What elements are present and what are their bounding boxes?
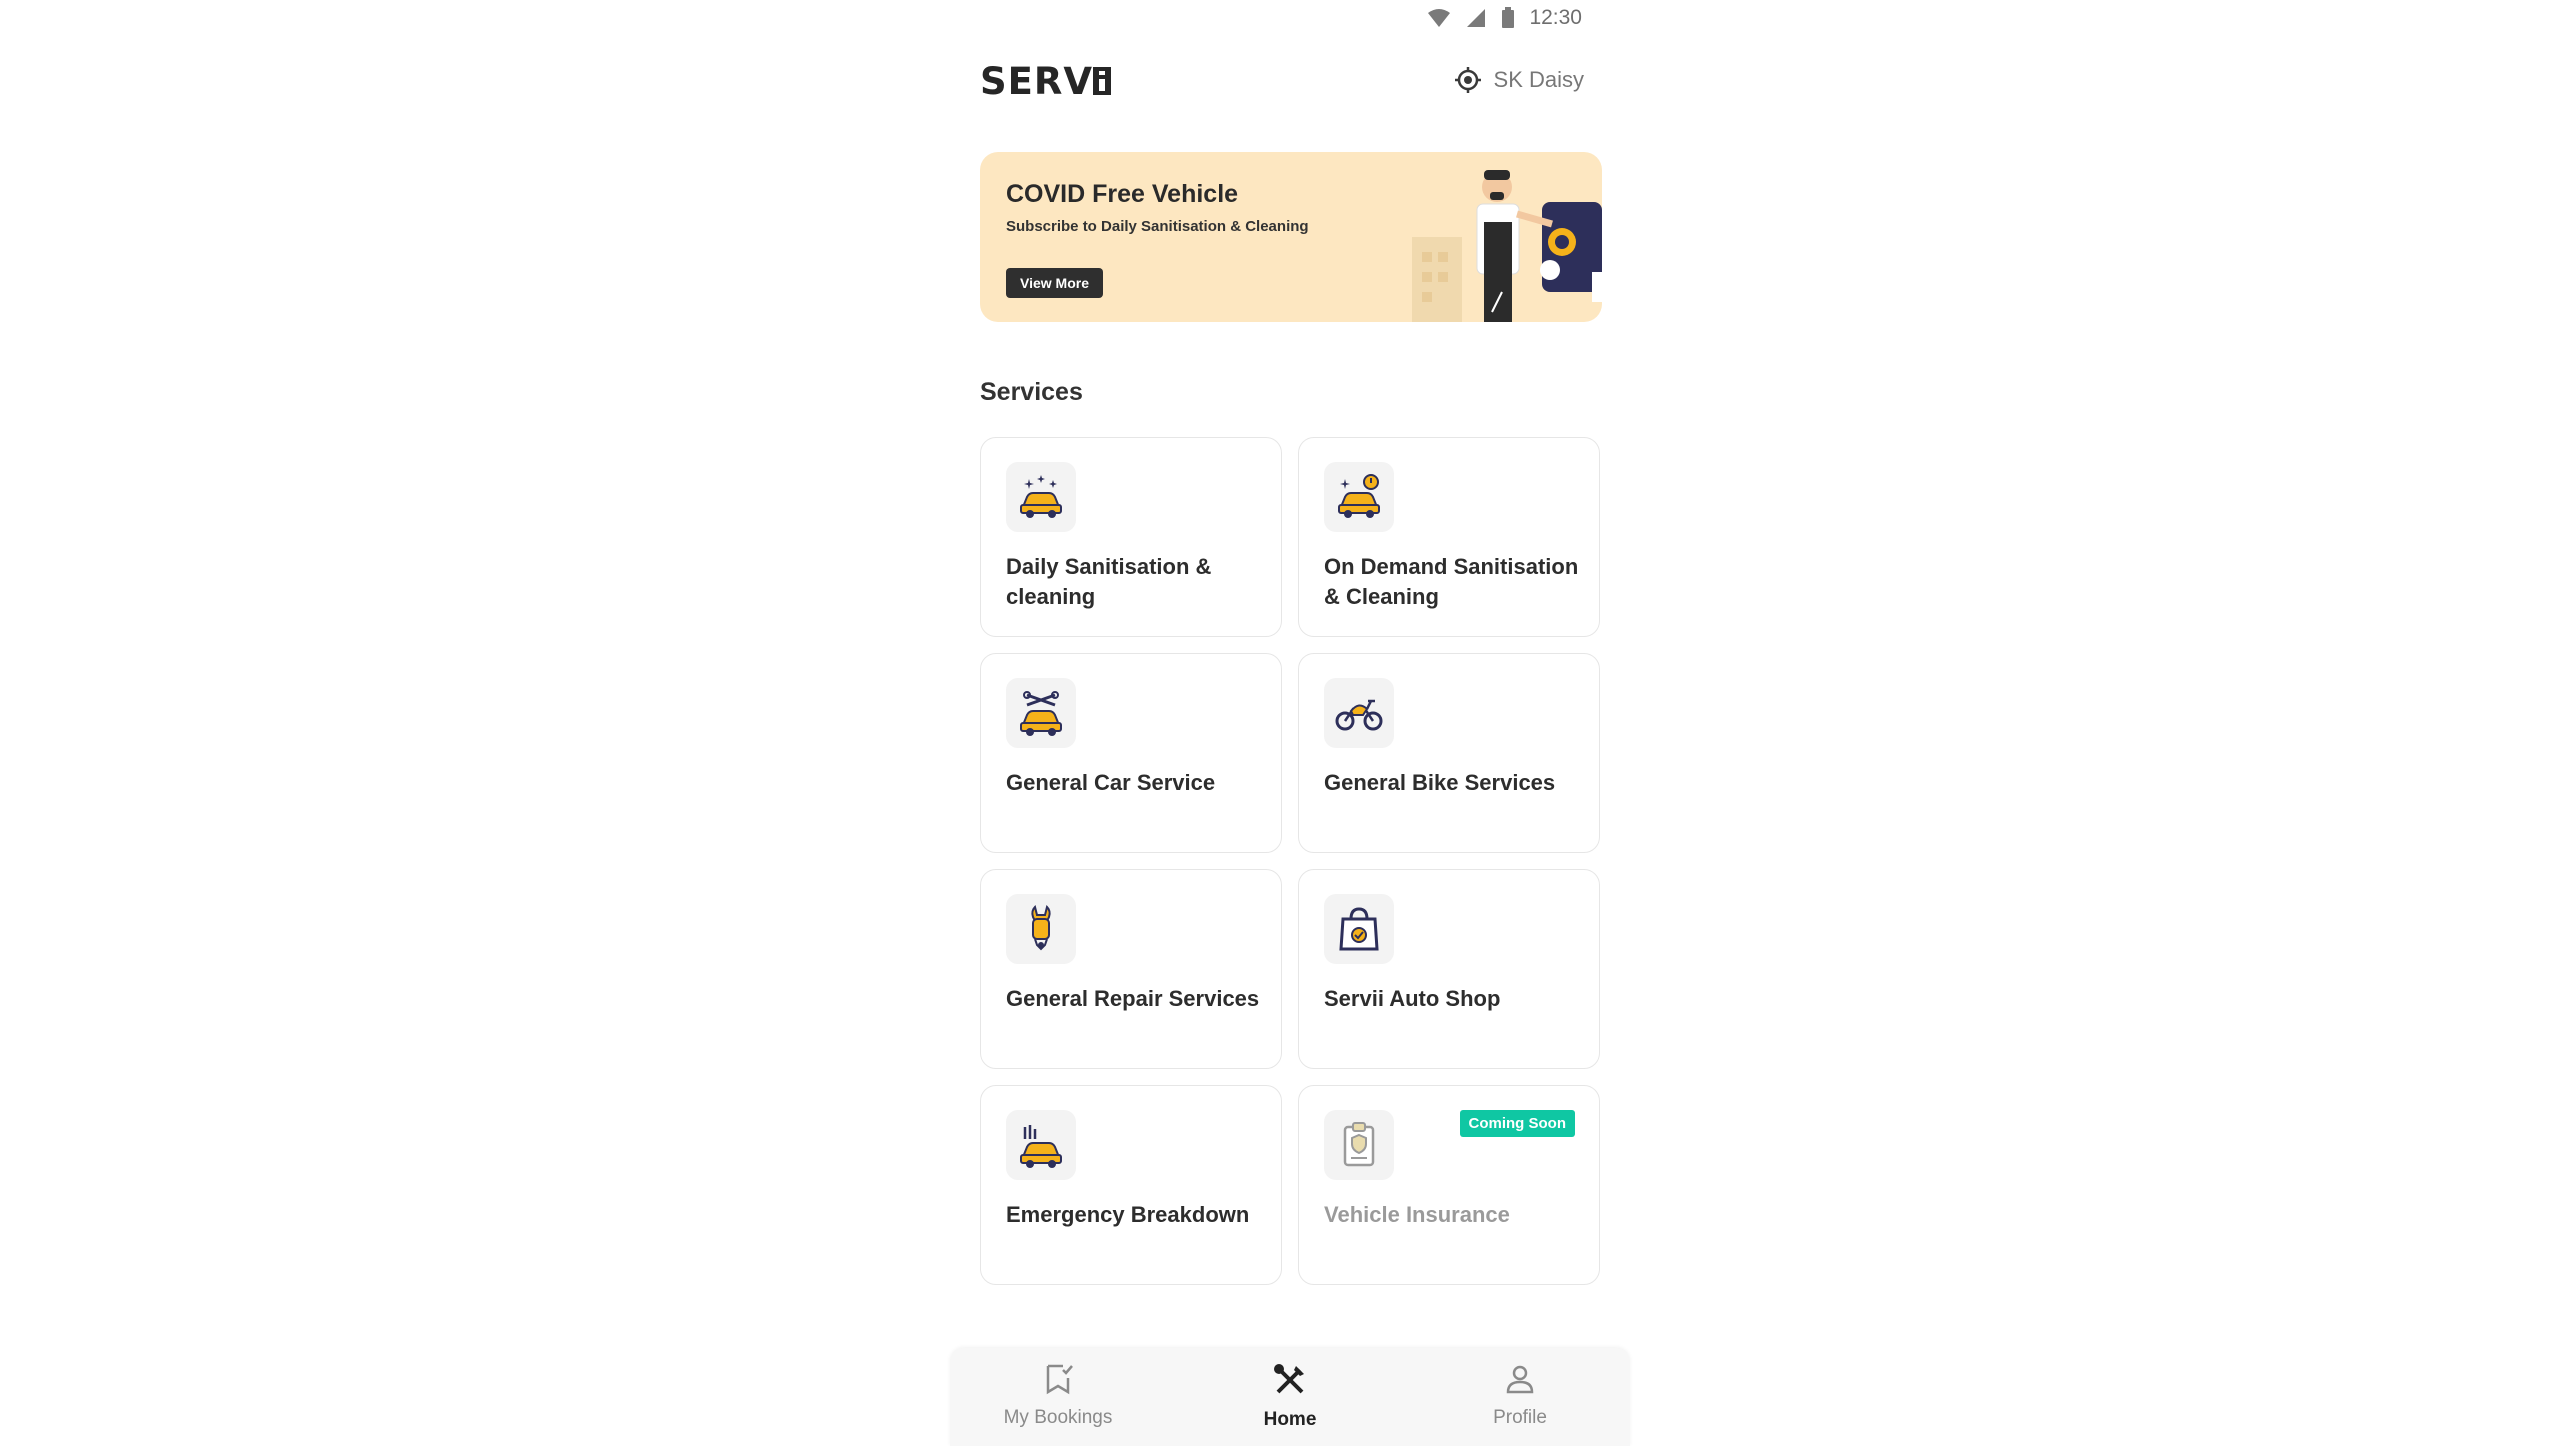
service-label: Vehicle Insurance <box>1324 1202 1510 1227</box>
service-card-servii-auto-shop[interactable]: Servii Auto Shop <box>1298 869 1600 1069</box>
service-icon-box <box>1324 894 1394 964</box>
service-card-general-repair-services[interactable]: General Repair Services <box>980 869 1282 1069</box>
services-title: Services <box>980 378 1083 406</box>
status-icons: 12:30 <box>1427 6 1582 30</box>
on-demand-car-icon <box>1338 474 1380 518</box>
service-icon-box <box>1006 894 1076 964</box>
nav-home[interactable]: Home <box>1210 1362 1370 1431</box>
bookmark-check-icon <box>1046 1364 1073 1395</box>
bike-icon <box>1335 699 1383 731</box>
service-card-vehicle-insurance[interactable]: Coming Soon Vehicle Insurance <box>1298 1085 1600 1285</box>
banner-title: COVID Free Vehicle <box>1006 180 1239 208</box>
sanitise-car-icon <box>1020 475 1062 518</box>
service-label: General Car Service <box>1006 770 1216 795</box>
promo-banner[interactable]: COVID Free Vehicle Subscribe to Daily Sa… <box>980 152 1602 322</box>
service-label: Servii Auto Shop <box>1324 986 1501 1011</box>
service-card-general-car-service[interactable]: General Car Service <box>980 653 1282 853</box>
service-label: General Bike Services <box>1324 770 1556 795</box>
mechanic-illustration <box>1412 170 1602 322</box>
app-logo: SERV <box>980 60 1112 103</box>
coming-soon-badge: Coming Soon <box>1459 1110 1575 1137</box>
shopping-bag-icon <box>1339 907 1379 951</box>
service-card-daily-sanitisation[interactable]: Daily Sanitisation & cleaning <box>980 437 1282 637</box>
spanner-icon <box>1031 905 1051 951</box>
service-card-general-bike-services[interactable]: General Bike Services <box>1298 653 1600 853</box>
service-label: General Repair Services <box>1006 986 1260 1011</box>
battery-icon <box>1502 7 1515 28</box>
service-icon-box <box>1006 1110 1076 1180</box>
person-icon <box>1506 1365 1534 1394</box>
nav-label: Profile <box>1493 1407 1547 1428</box>
location-target-icon <box>1454 67 1481 93</box>
banner-subtitle: Subscribe to Daily Sanitisation & Cleani… <box>1006 218 1309 235</box>
logo-mark-icon <box>1093 67 1112 95</box>
service-label: Emergency Breakdown <box>1006 1202 1250 1227</box>
insurance-clipboard-icon <box>1343 1122 1375 1167</box>
view-more-button[interactable]: View More <box>1006 268 1103 298</box>
breakdown-car-icon <box>1020 1125 1062 1168</box>
nav-label: Home <box>1263 1409 1317 1430</box>
service-icon-box <box>1324 1110 1394 1180</box>
signal-icon <box>1467 9 1486 27</box>
service-card-emergency-breakdown[interactable]: Emergency Breakdown <box>980 1085 1282 1285</box>
status-bar: 12:30 <box>950 0 1630 40</box>
service-icon-box <box>1324 678 1394 748</box>
top-bar: SERV SK Daisy <box>950 56 1630 112</box>
car-service-icon <box>1020 691 1062 736</box>
logo-text: SERV <box>980 60 1094 103</box>
app-screen: 12:30 SERV SK Daisy COVID Free Vehicle S… <box>950 0 1630 1446</box>
nav-my-bookings[interactable]: My Bookings <box>978 1362 1138 1429</box>
service-icon-box <box>1324 462 1394 532</box>
location-selector[interactable]: SK Daisy <box>1454 66 1584 94</box>
service-label: On Demand Sanitisation & Cleaning <box>1324 554 1579 609</box>
nav-profile[interactable]: Profile <box>1440 1362 1600 1429</box>
status-time: 12:30 <box>1529 6 1582 29</box>
wifi-icon <box>1428 9 1451 27</box>
service-card-on-demand-sanitisation[interactable]: On Demand Sanitisation & Cleaning <box>1298 437 1600 637</box>
service-icon-box <box>1006 678 1076 748</box>
nav-label: My Bookings <box>1003 1407 1113 1428</box>
tools-icon <box>1274 1364 1304 1394</box>
service-icon-box <box>1006 462 1076 532</box>
service-label: Daily Sanitisation & cleaning <box>1006 554 1212 609</box>
bottom-navigation: My Bookings Home Profile <box>950 1348 1630 1446</box>
location-name: SK Daisy <box>1493 67 1584 92</box>
